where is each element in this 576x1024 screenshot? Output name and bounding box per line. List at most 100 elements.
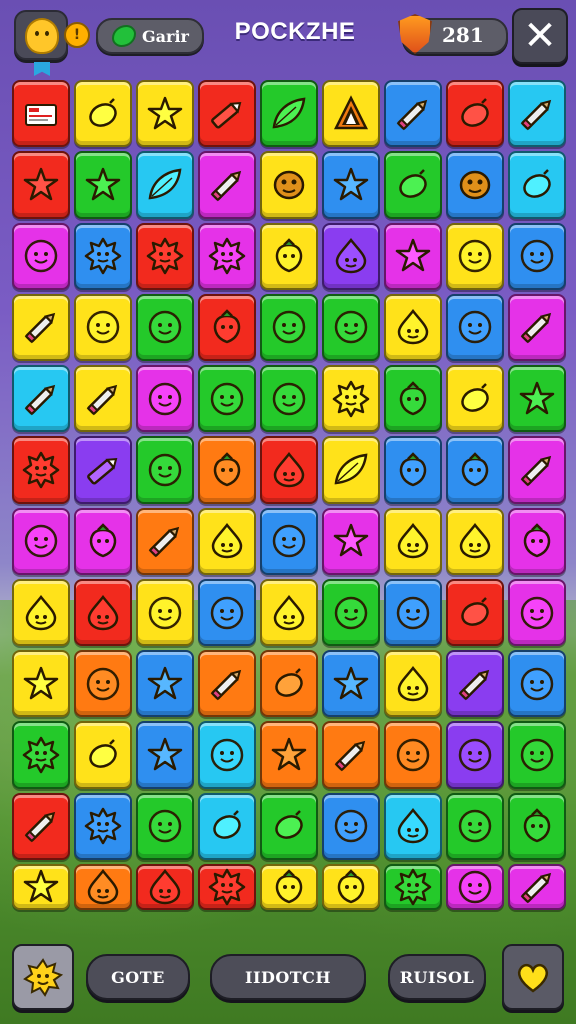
board-tile[interactable] — [74, 792, 132, 860]
board-tile[interactable] — [198, 864, 256, 910]
board-tile[interactable] — [260, 721, 318, 789]
board-tile[interactable] — [12, 151, 70, 219]
board-tile[interactable] — [446, 864, 504, 910]
board-tile[interactable] — [260, 365, 318, 433]
board-tile[interactable] — [322, 436, 380, 504]
board-tile[interactable] — [74, 80, 132, 148]
board-tile[interactable] — [322, 650, 380, 718]
board-tile[interactable] — [508, 436, 566, 504]
board-tile[interactable] — [74, 436, 132, 504]
board-tile[interactable] — [260, 222, 318, 290]
board-tile[interactable] — [384, 507, 442, 575]
board-tile[interactable] — [136, 293, 194, 362]
ruisol-button[interactable]: RUISOL — [388, 954, 486, 1000]
iidotch-button[interactable]: IIDOTCH — [210, 954, 366, 1000]
favorite-button[interactable] — [502, 944, 564, 1010]
board-tile[interactable] — [198, 650, 256, 718]
board-tile[interactable] — [508, 864, 566, 910]
board-tile[interactable] — [322, 792, 380, 860]
board-tile[interactable] — [12, 507, 70, 575]
board-tile[interactable] — [446, 222, 504, 290]
board-tile[interactable] — [198, 365, 256, 433]
board-tile[interactable] — [136, 436, 194, 504]
board-tile[interactable] — [136, 222, 194, 290]
board-tile[interactable] — [508, 650, 566, 718]
board-tile[interactable] — [198, 721, 256, 789]
board-tile[interactable] — [12, 80, 70, 148]
board-tile[interactable] — [198, 293, 256, 362]
board-tile[interactable] — [260, 293, 318, 362]
board-tile[interactable] — [198, 436, 256, 504]
board-tile[interactable] — [136, 507, 194, 575]
board-tile[interactable] — [198, 80, 256, 148]
board-tile[interactable] — [74, 721, 132, 789]
board-tile[interactable] — [384, 436, 442, 504]
hint-button[interactable] — [12, 944, 74, 1010]
board-tile[interactable] — [322, 578, 380, 647]
board-tile[interactable] — [446, 293, 504, 362]
board-tile[interactable] — [12, 864, 70, 910]
board-tile[interactable] — [198, 151, 256, 219]
board-tile[interactable] — [12, 792, 70, 860]
board-tile[interactable] — [198, 578, 256, 647]
board-tile[interactable] — [446, 792, 504, 860]
board-tile[interactable] — [384, 80, 442, 148]
board-tile[interactable] — [12, 436, 70, 504]
board-tile[interactable] — [136, 650, 194, 718]
board-tile[interactable] — [12, 721, 70, 789]
board-tile[interactable] — [136, 721, 194, 789]
board-tile[interactable] — [136, 792, 194, 860]
board-tile[interactable] — [322, 721, 380, 789]
board-tile[interactable] — [12, 578, 70, 647]
board-tile[interactable] — [384, 864, 442, 910]
board-tile[interactable] — [322, 151, 380, 219]
board-tile[interactable] — [508, 792, 566, 860]
board-tile[interactable] — [446, 578, 504, 647]
board-tile[interactable] — [136, 864, 194, 910]
board-tile[interactable] — [446, 507, 504, 575]
board-tile[interactable] — [322, 365, 380, 433]
board-tile[interactable] — [446, 436, 504, 504]
board-tile[interactable] — [322, 80, 380, 148]
board-tile[interactable] — [446, 365, 504, 433]
board-tile[interactable] — [508, 80, 566, 148]
board-tile[interactable] — [136, 365, 194, 433]
board-tile[interactable] — [74, 650, 132, 718]
board-tile[interactable] — [384, 792, 442, 860]
board-tile[interactable] — [322, 222, 380, 290]
board-tile[interactable] — [446, 650, 504, 718]
board-tile[interactable] — [136, 578, 194, 647]
board-tile[interactable] — [260, 792, 318, 860]
board-tile[interactable] — [198, 507, 256, 575]
board-tile[interactable] — [12, 650, 70, 718]
board-tile[interactable] — [508, 151, 566, 219]
board-tile[interactable] — [446, 721, 504, 789]
board-tile[interactable] — [74, 864, 132, 910]
board-tile[interactable] — [12, 293, 70, 362]
board-tile[interactable] — [384, 151, 442, 219]
board-tile[interactable] — [198, 222, 256, 290]
board-tile[interactable] — [322, 293, 380, 362]
board-tile[interactable] — [74, 578, 132, 647]
board-tile[interactable] — [198, 792, 256, 860]
board-tile[interactable] — [136, 151, 194, 219]
board-tile[interactable] — [260, 864, 318, 910]
board-tile[interactable] — [384, 578, 442, 647]
player-avatar[interactable] — [14, 10, 68, 76]
board-tile[interactable] — [12, 222, 70, 290]
board-tile[interactable] — [74, 293, 132, 362]
board-tile[interactable] — [74, 507, 132, 575]
board-tile[interactable] — [260, 151, 318, 219]
player-name-pill[interactable]: Garir — [96, 18, 204, 54]
board-tile[interactable] — [384, 293, 442, 362]
board-tile[interactable] — [446, 80, 504, 148]
board-tile[interactable] — [74, 151, 132, 219]
board-tile[interactable] — [260, 650, 318, 718]
board-tile[interactable] — [260, 578, 318, 647]
board-tile[interactable] — [74, 365, 132, 433]
board-tile[interactable] — [384, 222, 442, 290]
gote-button[interactable]: GOTE — [86, 954, 190, 1000]
board-tile[interactable] — [446, 151, 504, 219]
board-tile[interactable] — [384, 365, 442, 433]
board-tile[interactable] — [508, 293, 566, 362]
